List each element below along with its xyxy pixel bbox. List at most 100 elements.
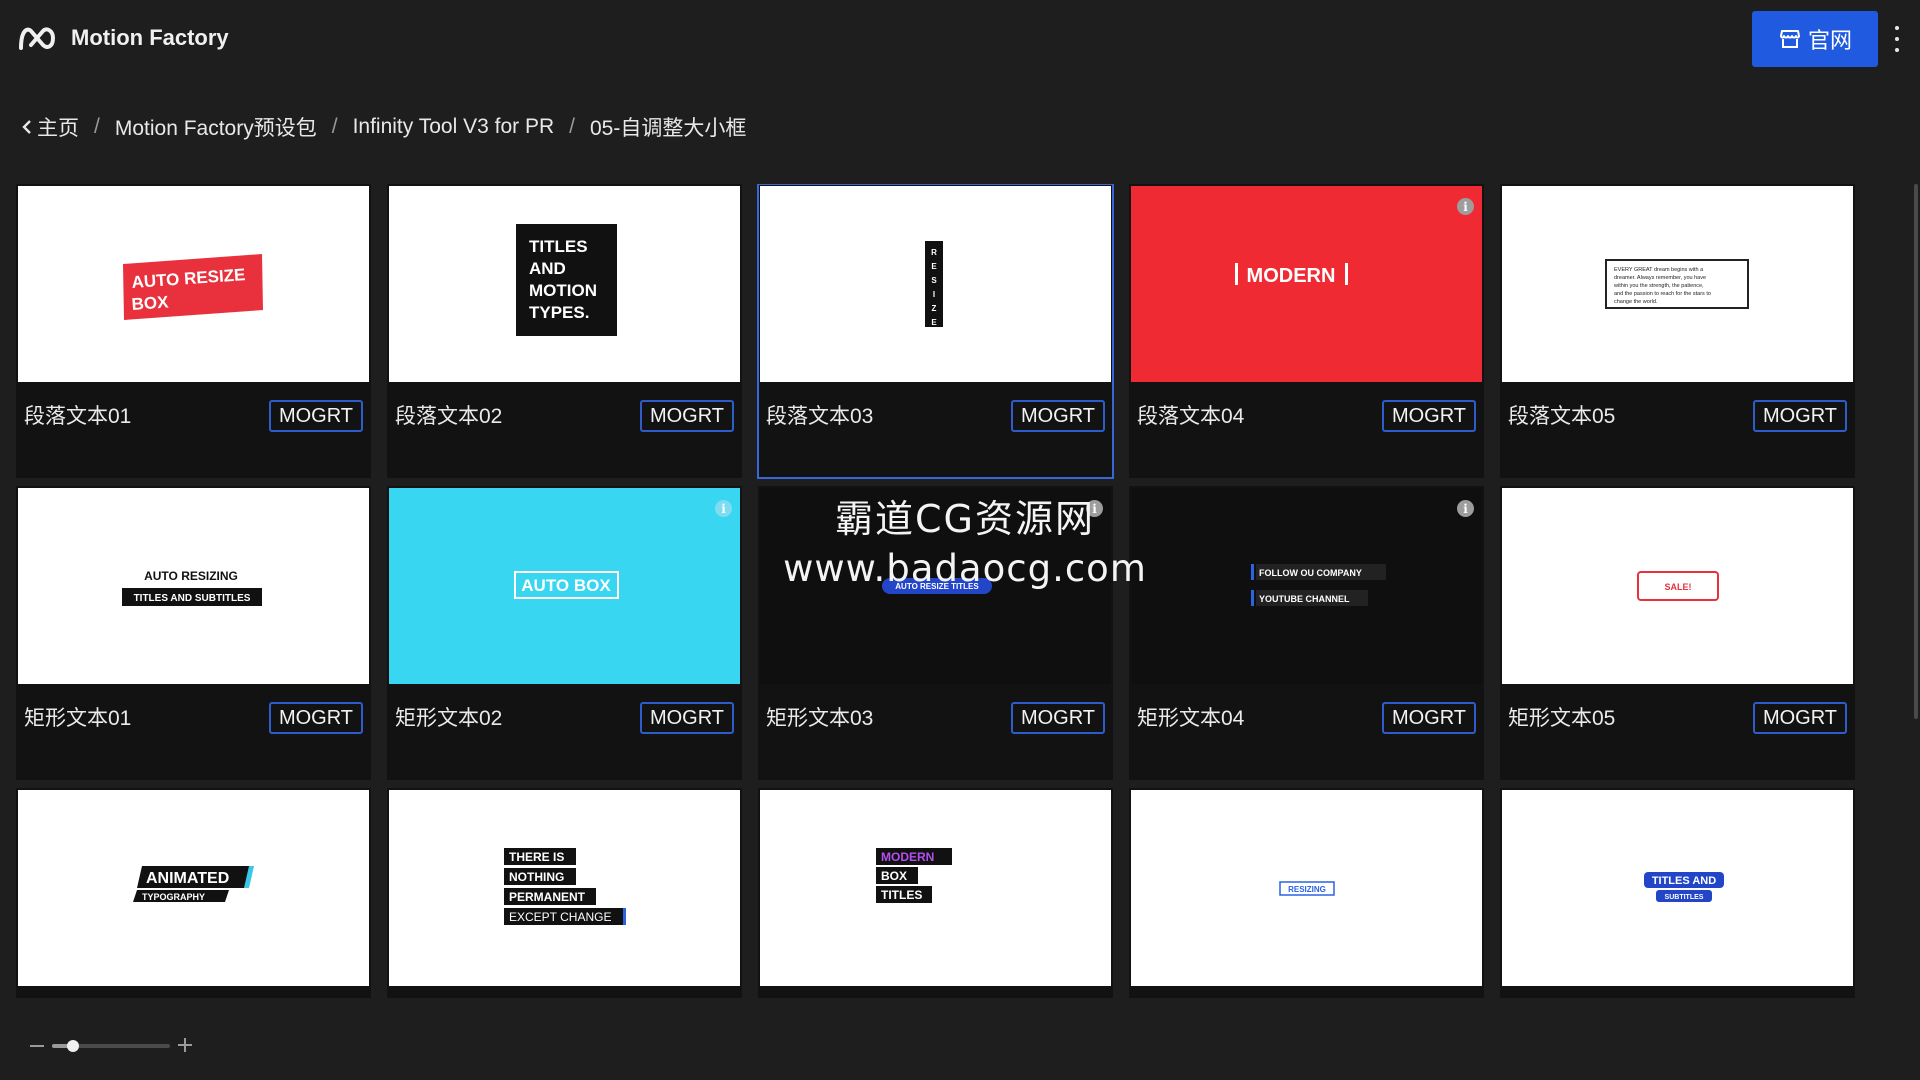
thumb-text: dreamer. Always remember, you have [1614, 275, 1706, 281]
thumb-text: NOTHING [509, 870, 564, 884]
thumb-text: TITLES AND [1652, 875, 1716, 887]
thumb-text: ANIMATED [146, 870, 229, 887]
breadcrumb: 主页 / Motion Factory预设包 / Infinity Tool V… [20, 114, 746, 140]
breadcrumb-home[interactable]: 主页 [37, 112, 79, 142]
preset-title: 矩形文本05 [1508, 707, 1616, 730]
preset-thumbnail[interactable]: AUTO RESIZE BOX [18, 186, 369, 382]
thumb-text: E [931, 318, 937, 327]
preset-thumbnail[interactable]: EVERY GREAT dream begins with a dreamer.… [1502, 186, 1853, 382]
preset-card[interactable]: EVERY GREAT dream begins with a dreamer.… [1500, 184, 1855, 478]
thumb-text: MODERN [881, 850, 934, 864]
preset-thumbnail[interactable]: TITLES AND SUBTITLES [1502, 790, 1853, 986]
thumb-text: EXCEPT CHANGE [509, 910, 611, 924]
thumb-text: THERE IS [509, 850, 564, 864]
preset-title: 矩形文本02 [395, 707, 503, 730]
mogrt-button[interactable]: MOGRT [1011, 400, 1105, 432]
preset-thumbnail[interactable]: FOLLOW OU COMPANY YOUTUBE CHANNEL i [1131, 488, 1482, 684]
preset-thumbnail[interactable]: ANIMATED TYPOGRAPHY [18, 790, 369, 986]
preset-card[interactable]: R E S I Z E 段落文本03 MOGRT [757, 184, 1114, 479]
vertical-scrollbar[interactable] [1914, 184, 1918, 719]
storefront-icon [1779, 30, 1800, 48]
info-icon[interactable]: i [1086, 500, 1103, 517]
preset-grid: AUTO RESIZE BOX 段落文本01 MOGRT TITLES AND … [16, 184, 1862, 998]
breadcrumb-pack[interactable]: Motion Factory预设包 [115, 112, 317, 142]
thumb-text: Z [932, 304, 937, 313]
preset-card[interactable]: MODERN BOX TITLES [758, 788, 1113, 998]
thumb-text: RESIZING [1288, 885, 1326, 894]
thumb-text: AUTO RESIZING [144, 569, 238, 583]
official-site-button[interactable]: 官网 [1752, 11, 1878, 67]
breadcrumb-separator: / [94, 115, 100, 138]
preset-thumbnail[interactable]: THERE IS NOTHING PERMANENT EXCEPT CHANGE [389, 790, 740, 986]
preset-card[interactable]: AUTO RESIZE TITLES i 矩形文本03 MOGRT [758, 486, 1113, 780]
thumb-text: AND [529, 259, 566, 278]
thumb-text: AUTO BOX [521, 576, 611, 595]
preset-thumbnail[interactable]: TITLES AND MOTION TYPES. [389, 186, 740, 382]
preset-thumbnail[interactable]: SALE! [1502, 488, 1853, 684]
preset-card[interactable]: SALE! 矩形文本05 MOGRT [1500, 486, 1855, 780]
mogrt-button[interactable]: MOGRT [1011, 702, 1105, 734]
preset-title: 段落文本05 [1508, 405, 1616, 428]
mogrt-button[interactable]: MOGRT [269, 400, 363, 432]
thumb-text: TITLES AND SUBTITLES [134, 593, 251, 604]
official-site-label: 官网 [1807, 29, 1852, 54]
thumb-text: FOLLOW OU COMPANY [1259, 568, 1362, 578]
thumb-text: MODERN [1247, 265, 1336, 287]
chevron-left-icon[interactable] [20, 120, 34, 134]
preset-title: 矩形文本03 [766, 707, 874, 730]
preset-card[interactable]: AUTO RESIZING TITLES AND SUBTITLES 矩形文本0… [16, 486, 371, 780]
info-icon[interactable]: i [715, 500, 732, 517]
app-title: Motion Factory [71, 25, 229, 50]
preset-thumbnail[interactable]: MODERN i [1131, 186, 1482, 382]
thumb-text: EVERY GREAT dream begins with a [1614, 267, 1704, 273]
preset-thumbnail[interactable]: MODERN BOX TITLES [760, 790, 1111, 986]
preset-card[interactable]: THERE IS NOTHING PERMANENT EXCEPT CHANGE [387, 788, 742, 998]
preset-card[interactable]: MODERN i 段落文本04 MOGRT [1129, 184, 1484, 478]
preset-title: 段落文本01 [24, 405, 132, 428]
mogrt-button[interactable]: MOGRT [1382, 702, 1476, 734]
thumb-text: TYPOGRAPHY [142, 892, 205, 902]
preset-card[interactable]: AUTO RESIZE BOX 段落文本01 MOGRT [16, 184, 371, 478]
info-icon[interactable]: i [1457, 500, 1474, 517]
preset-card[interactable]: FOLLOW OU COMPANY YOUTUBE CHANNEL i 矩形文本… [1129, 486, 1484, 780]
info-icon[interactable]: i [1457, 198, 1474, 215]
thumb-text: within you the strength, the patience, [1613, 283, 1704, 289]
bottom-bar [0, 998, 1920, 1080]
mogrt-button[interactable]: MOGRT [1753, 702, 1847, 734]
preset-title: 段落文本04 [1137, 405, 1245, 428]
mogrt-button[interactable]: MOGRT [269, 702, 363, 734]
thumb-text: E [931, 262, 937, 271]
preset-card[interactable]: TITLES AND MOTION TYPES. 段落文本02 MOGRT [387, 184, 742, 478]
thumb-text: BOX [881, 869, 907, 883]
kebab-menu-icon[interactable] [1890, 26, 1904, 52]
preset-thumbnail[interactable]: AUTO RESIZE TITLES i [760, 488, 1111, 684]
preset-thumbnail[interactable]: AUTO RESIZING TITLES AND SUBTITLES [18, 488, 369, 684]
breadcrumb-separator: / [331, 115, 338, 138]
preset-thumbnail[interactable]: AUTO BOX i [389, 488, 740, 684]
mogrt-button[interactable]: MOGRT [1753, 400, 1847, 432]
mf-logo-icon [19, 27, 55, 50]
preset-card[interactable]: AUTO BOX i 矩形文本02 MOGRT [387, 486, 742, 780]
breadcrumb-current: 05-自调整大小框 [589, 117, 747, 140]
thumb-text: TITLES [881, 888, 922, 902]
preset-card[interactable]: TITLES AND SUBTITLES [1500, 788, 1855, 998]
preset-card[interactable]: RESIZING [1129, 788, 1484, 998]
preset-card[interactable]: ANIMATED TYPOGRAPHY [16, 788, 371, 998]
zoom-out-icon[interactable] [30, 1045, 44, 1047]
preset-title: 段落文本03 [766, 405, 874, 428]
thumb-text: and the passion to reach for the stars t… [1614, 291, 1711, 297]
preset-thumbnail[interactable]: RESIZING [1131, 790, 1482, 986]
preset-thumbnail[interactable]: R E S I Z E [760, 186, 1111, 382]
preset-title: 段落文本02 [395, 405, 503, 428]
thumb-text: R [931, 248, 937, 257]
thumb-text: I [933, 290, 935, 299]
thumb-text: change the world. [1614, 299, 1658, 305]
thumb-text: MOTION [529, 281, 597, 300]
thumb-text: BOX [131, 292, 170, 314]
mogrt-button[interactable]: MOGRT [1382, 400, 1476, 432]
mogrt-button[interactable]: MOGRT [640, 400, 734, 432]
breadcrumb-tool[interactable]: Infinity Tool V3 for PR [353, 115, 555, 139]
mogrt-button[interactable]: MOGRT [640, 702, 734, 734]
zoom-in-icon[interactable] [178, 1038, 192, 1052]
thumb-text: YOUTUBE CHANNEL [1259, 594, 1350, 604]
